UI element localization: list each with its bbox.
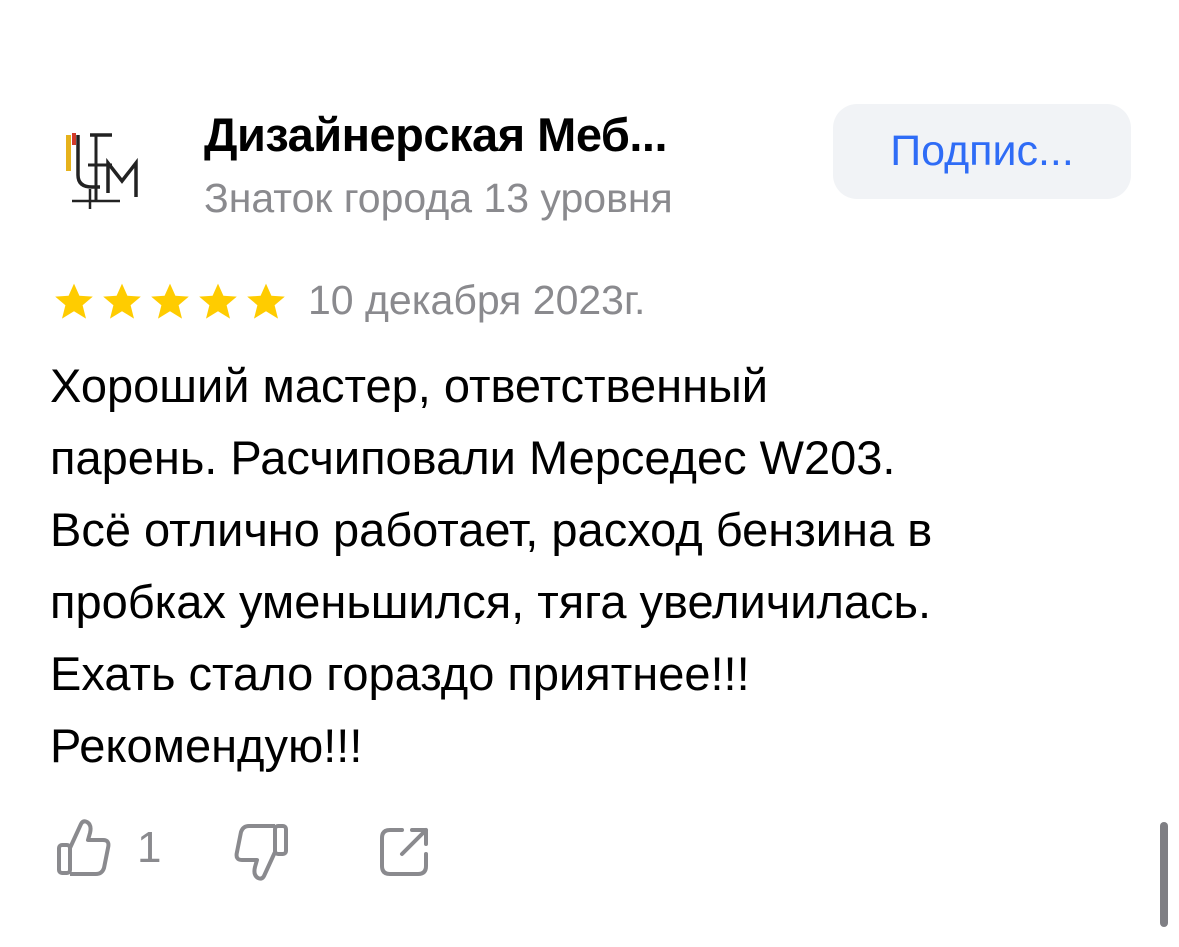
review-text-line: Рекомендую!!! [50,719,363,772]
furniture-logo-icon [66,133,138,209]
scrollbar[interactable] [1160,822,1168,927]
review-text-line: Ехать стало гораздо приятнее!!! [50,647,750,700]
dislike-button[interactable] [232,822,290,887]
review-text-line: Всё отлично работает, расход бензина в [50,503,933,556]
thumb-up-icon [57,819,111,876]
star-icon [55,283,93,319]
thumb-down-icon [234,824,288,881]
review-date: 10 декабря 2023г. [308,277,646,323]
share-icon [380,828,428,876]
review-card: Дизайнерская Меб... Знаток города 13 уро… [0,0,1179,947]
author-name[interactable]: Дизайнерская Меб... [204,107,668,162]
author-avatar[interactable] [50,105,155,225]
review-text-line: Хороший мастер, ответственный [50,359,769,412]
like-button[interactable]: 1 [55,818,161,878]
subscribe-button[interactable]: Подпис... [833,104,1131,199]
star-rating [50,282,290,322]
star-icon [103,283,141,319]
review-text: Хороший мастер, ответственный парень. Ра… [50,350,1150,782]
like-count: 1 [137,823,162,872]
star-icon [247,283,285,319]
review-text-line: пробках уменьшился, тяга увеличилась. [50,575,932,628]
star-icon [199,283,237,319]
author-level: Знаток города 13 уровня [204,175,673,221]
review-text-line: парень. Расчиповали Мерседес W203. [50,431,896,484]
share-button[interactable] [378,824,432,883]
star-icon [151,283,189,319]
